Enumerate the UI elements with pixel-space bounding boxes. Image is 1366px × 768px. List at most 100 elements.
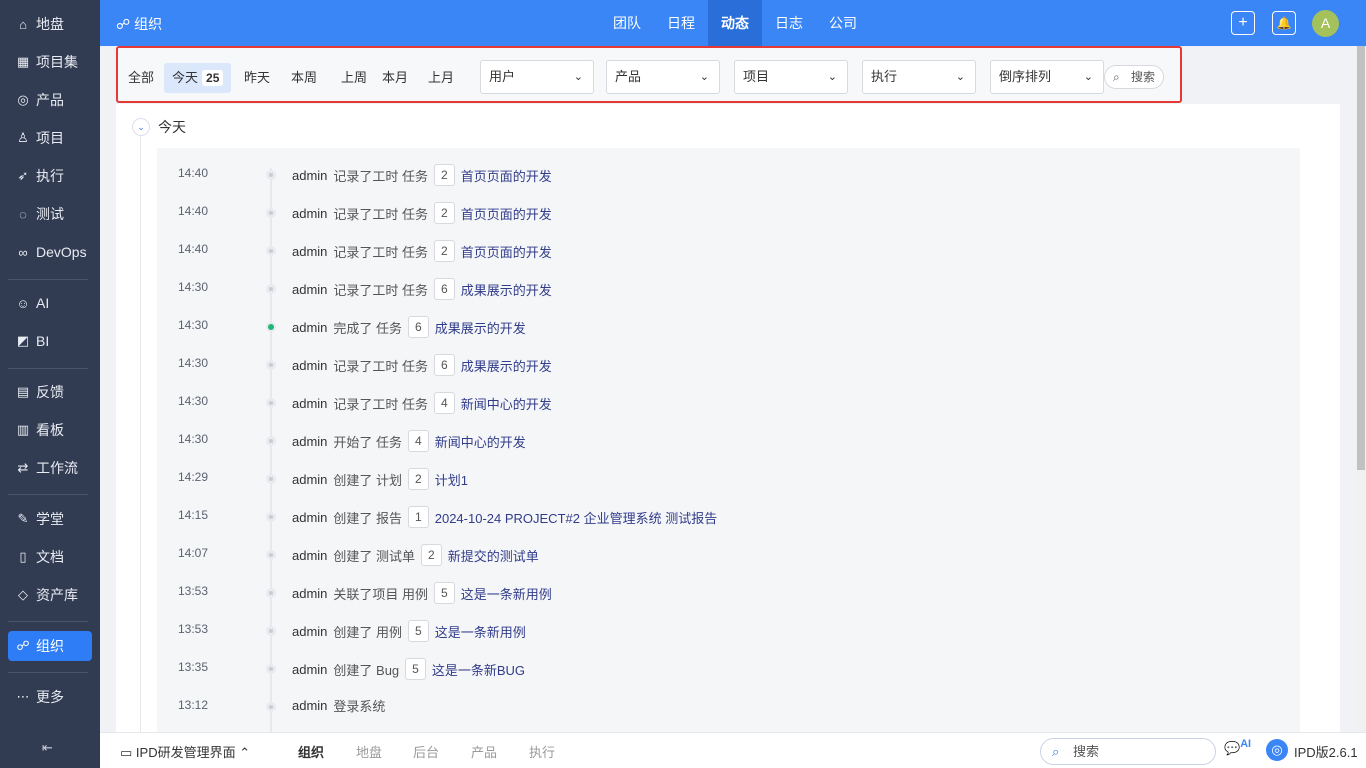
object-link[interactable]: 成果展示的开发 xyxy=(461,280,552,299)
breadcrumb-item-4[interactable]: 执行 xyxy=(529,742,555,761)
object-link[interactable]: 这是一条新用例 xyxy=(435,622,526,641)
filter-tab-2[interactable]: 昨天 xyxy=(236,63,278,93)
scrollbar[interactable] xyxy=(1356,46,1366,732)
filter-tab-3[interactable]: 本周 xyxy=(283,63,325,93)
sidebar-item-8[interactable]: ◩ BI xyxy=(8,326,92,356)
sidebar-item-5[interactable]: ◌ 测试 xyxy=(8,199,92,229)
filter-select-0[interactable]: 用户 ⌄ xyxy=(480,60,594,94)
time: 14:07 xyxy=(178,546,209,560)
object-id: 2 xyxy=(434,164,455,186)
object-link[interactable]: 这是一条新BUG xyxy=(432,660,525,679)
action-text: admin 记录了工时 任务 2 首页页面的开发 xyxy=(292,202,552,224)
filter-tab-label: 今天 xyxy=(172,70,199,85)
tab-3[interactable]: 日志 xyxy=(762,0,816,46)
action-text: admin 登录系统 xyxy=(292,696,385,715)
tab-4[interactable]: 公司 xyxy=(816,0,870,46)
user: admin xyxy=(292,509,328,525)
filter-select-4[interactable]: 倒序排列 ⌄ xyxy=(990,60,1104,94)
add-button[interactable]: + xyxy=(1231,11,1255,35)
sidebar-icon: ☺ xyxy=(16,295,30,311)
sidebar-item-6[interactable]: ∞ DevOps xyxy=(8,237,92,267)
filter-tab-4[interactable]: 上周 xyxy=(333,63,375,93)
object-id: 2 xyxy=(408,468,429,490)
user: admin xyxy=(292,547,328,563)
object-link[interactable]: 这是一条新用例 xyxy=(461,584,552,603)
scrollbar-thumb[interactable] xyxy=(1357,46,1365,470)
sidebar-item-15[interactable]: ☍ 组织 xyxy=(8,631,92,661)
app-switcher[interactable]: ▭ IPD研发管理界面 ⌃ xyxy=(120,742,250,761)
action: 登录系统 xyxy=(333,699,386,714)
object-link[interactable]: 2024-10-24 PROJECT#2 企业管理系统 测试报告 xyxy=(435,508,717,527)
filter-tab-label: 上月 xyxy=(428,70,455,85)
sidebar-item-3[interactable]: ♙ 项目 xyxy=(8,123,92,153)
tab-0[interactable]: 团队 xyxy=(600,0,654,46)
filter-select-1[interactable]: 产品 ⌄ xyxy=(606,60,720,94)
sidebar-item-label: 项目集 xyxy=(36,54,78,70)
object-link[interactable]: 首页页面的开发 xyxy=(461,242,552,261)
group-label[interactable]: 今天 xyxy=(158,117,186,137)
sidebar-icon: ⇄ xyxy=(17,460,29,475)
breadcrumb-item-1[interactable]: 地盘 xyxy=(356,742,382,761)
user: admin xyxy=(292,623,328,639)
collapse-icon[interactable]: ⇤ xyxy=(42,740,53,756)
filter-tab-6[interactable]: 上月 xyxy=(420,63,462,93)
object-link[interactable]: 计划1 xyxy=(435,470,468,489)
sidebar-item-7[interactable]: ☺ AI xyxy=(8,288,92,318)
sidebar-item-14[interactable]: ◇ 资产库 xyxy=(8,580,92,610)
action-text: admin 记录了工时 任务 2 首页页面的开发 xyxy=(292,164,552,186)
divider xyxy=(8,494,88,495)
object-id: 4 xyxy=(408,430,429,452)
sidebar-item-12[interactable]: ✎ 学堂 xyxy=(8,504,92,534)
filter-tab-5[interactable]: 本月 xyxy=(374,63,416,93)
sidebar-item-11[interactable]: ⇄ 工作流 xyxy=(8,453,92,483)
object-link[interactable]: 新闻中心的开发 xyxy=(435,432,526,451)
chevron-down-icon[interactable]: ⌄ xyxy=(132,118,150,136)
sidebar-item-label: 执行 xyxy=(36,168,64,184)
table-row: 14:29 admin 创建了 计划 2 计划1 xyxy=(157,459,1300,497)
sidebar-item-9[interactable]: ▤ 反馈 xyxy=(8,377,92,407)
user: admin xyxy=(292,661,328,677)
time: 13:12 xyxy=(178,698,209,712)
tab-2[interactable]: 动态 xyxy=(708,0,762,46)
sidebar-item-1[interactable]: ▦ 项目集 xyxy=(8,47,92,77)
breadcrumb-item-2[interactable]: 后台 xyxy=(413,742,439,761)
filter-tab-0[interactable]: 全部 xyxy=(120,63,162,93)
sidebar-item-label: BI xyxy=(36,333,50,349)
filter-select-3[interactable]: 执行 ⌄ xyxy=(862,60,976,94)
sidebar-item-10[interactable]: ▥ 看板 xyxy=(8,415,92,445)
search-button[interactable]: ⌕ 搜索 xyxy=(1104,65,1164,89)
ai-chat-icon[interactable]: 💬AI xyxy=(1224,738,1251,756)
object-link[interactable]: 新闻中心的开发 xyxy=(461,394,552,413)
object-link[interactable]: 成果展示的开发 xyxy=(435,318,526,337)
object-link[interactable]: 首页页面的开发 xyxy=(461,166,552,185)
sidebar-item-4[interactable]: ➶ 执行 xyxy=(8,161,92,191)
object-id: 1 xyxy=(408,506,429,528)
search-input[interactable]: ⌕ 搜索 xyxy=(1040,738,1216,765)
action-text: admin 记录了工时 任务 6 成果展示的开发 xyxy=(292,278,552,300)
bell-icon[interactable]: 🔔 xyxy=(1272,11,1296,35)
object-link[interactable]: 首页页面的开发 xyxy=(461,204,552,223)
sidebar-item-16[interactable]: ⋯ 更多 xyxy=(8,682,92,712)
version-label: IPD版2.6.1 xyxy=(1294,745,1358,760)
breadcrumb-item-3[interactable]: 产品 xyxy=(471,742,497,761)
action: 记录了工时 任务 xyxy=(333,206,429,222)
object-link[interactable]: 新提交的测试单 xyxy=(448,546,539,565)
user: admin xyxy=(292,433,328,449)
object-id: 2 xyxy=(434,240,455,262)
breadcrumb-item-0[interactable]: 组织 xyxy=(298,742,324,761)
sidebar-icon: ☍ xyxy=(16,638,30,653)
table-row: 14:40 admin 记录了工时 任务 2 首页页面的开发 xyxy=(157,231,1300,269)
avatar[interactable]: A xyxy=(1312,10,1339,37)
filter-select-2[interactable]: 项目 ⌄ xyxy=(734,60,848,94)
object-link[interactable]: 成果展示的开发 xyxy=(461,356,552,375)
filter-tab-label: 全部 xyxy=(128,70,155,85)
filter-tab-1[interactable]: 今天 25 xyxy=(164,63,232,93)
user: admin xyxy=(292,471,328,487)
sidebar-item-0[interactable]: ⌂ 地盘 xyxy=(8,9,92,39)
tab-1[interactable]: 日程 xyxy=(654,0,708,46)
sidebar-item-2[interactable]: ◎ 产品 xyxy=(8,85,92,115)
top-nav: 团队 日程 动态 日志 公司 xyxy=(600,0,870,46)
sidebar-item-13[interactable]: ▯ 文档 xyxy=(8,542,92,572)
sidebar-icon: ⋯ xyxy=(16,689,30,704)
search-icon: ⌕ xyxy=(1113,70,1120,84)
